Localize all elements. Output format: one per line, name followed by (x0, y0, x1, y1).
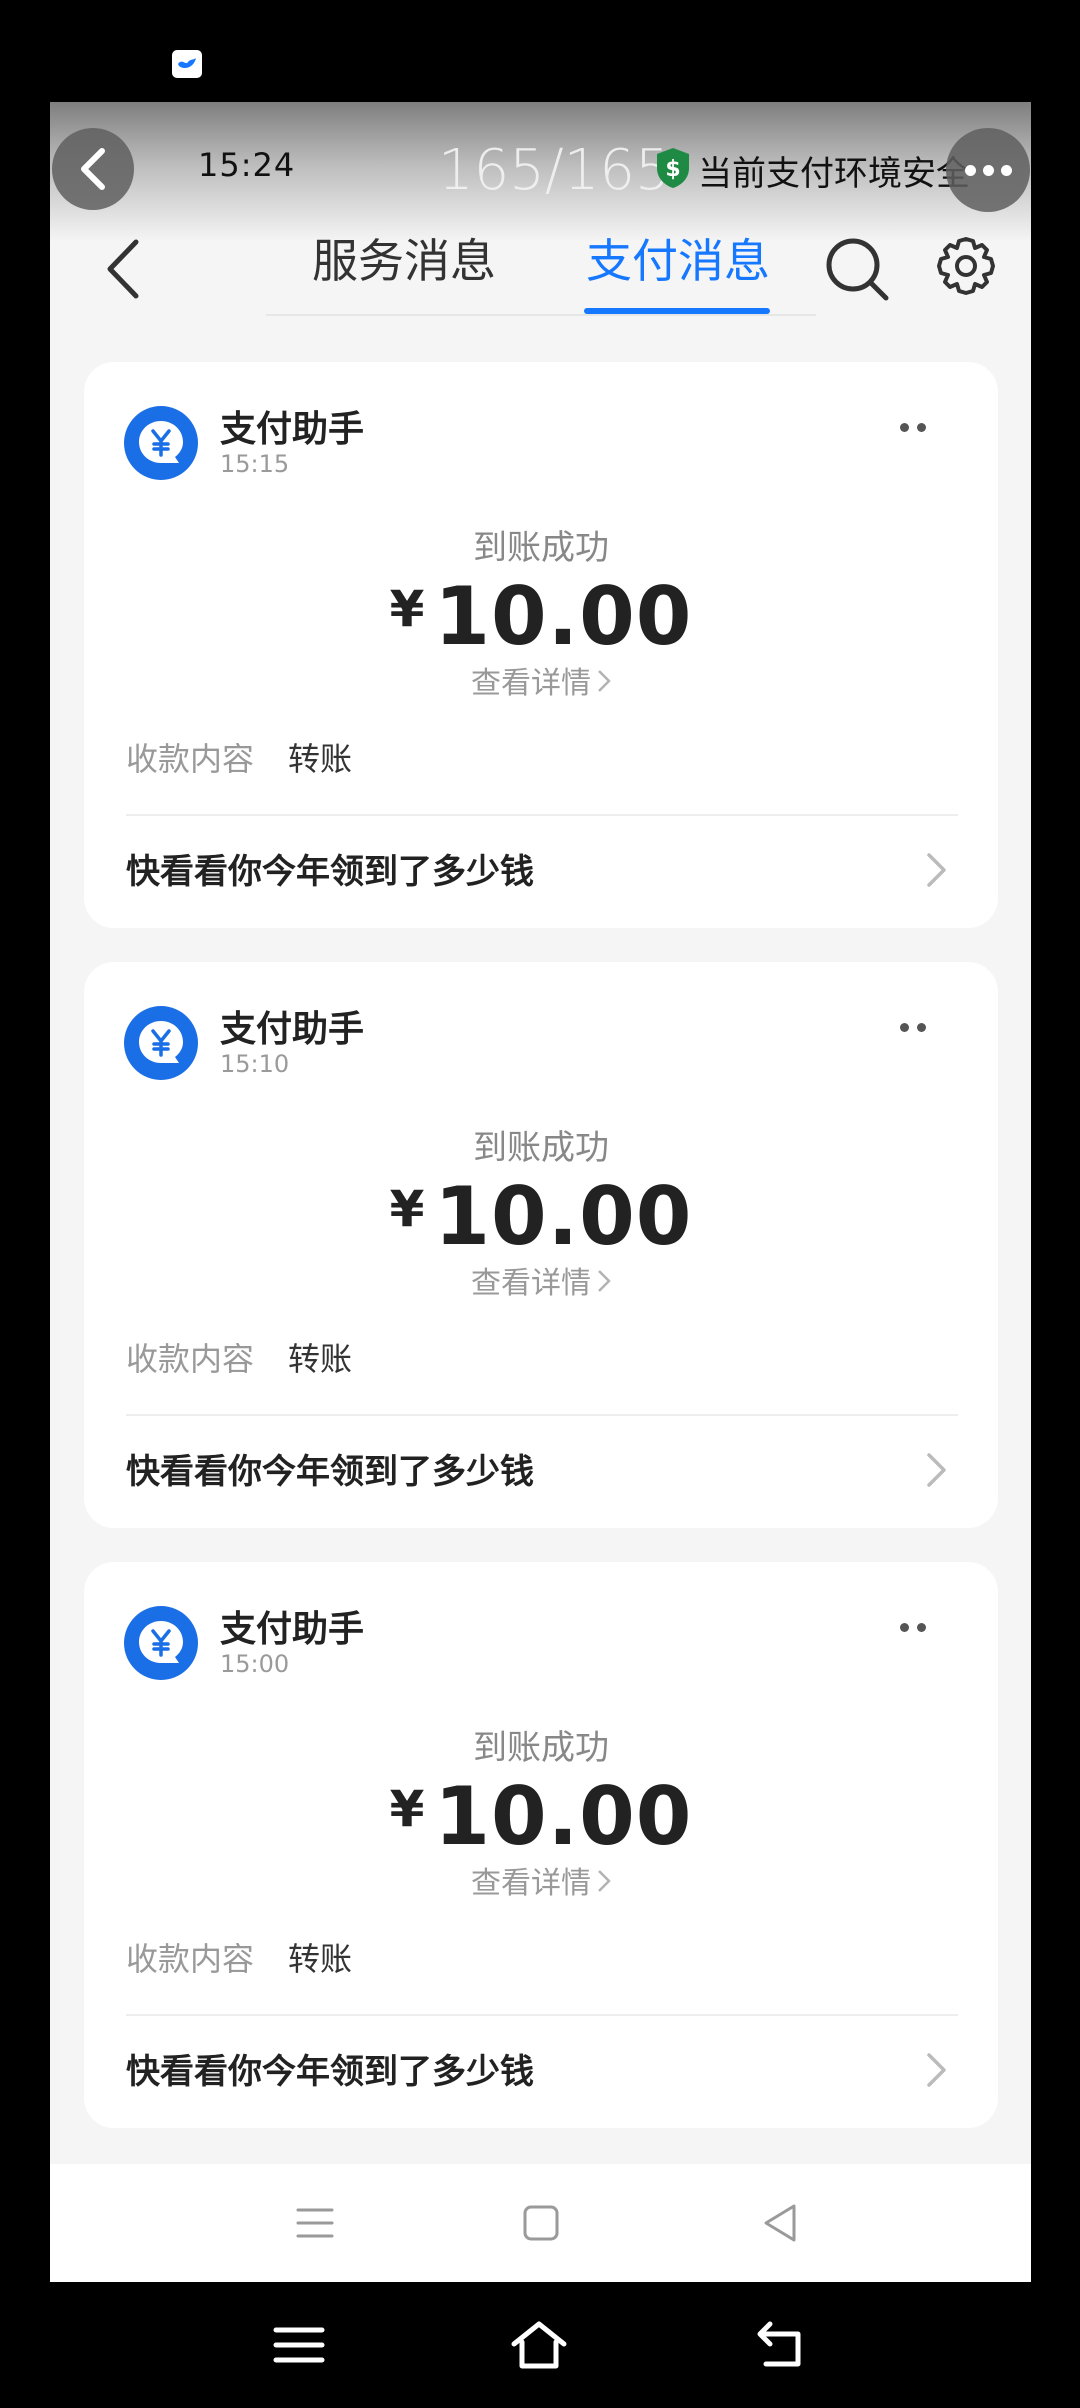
view-details-label: 查看详情 (471, 1266, 591, 1301)
currency-symbol: ¥ (389, 1780, 425, 1838)
overlay-back-button[interactable] (52, 128, 134, 210)
message-time: 15:00 (220, 1650, 290, 1678)
tab-service-messages[interactable]: 服务消息 (312, 226, 496, 296)
app-navigation-bar (50, 2164, 1031, 2282)
annual-summary-link[interactable]: 快看看你今年领到了多少钱 (126, 1444, 534, 1493)
dot (964, 164, 976, 176)
search-icon[interactable] (824, 236, 890, 302)
payment-assistant-avatar (124, 406, 198, 480)
more-dots-icon[interactable] (900, 1620, 940, 1634)
bird-notification-icon (172, 50, 202, 78)
payment-assistant-avatar (124, 1606, 198, 1680)
square-home-icon[interactable] (516, 2198, 566, 2248)
shield-dollar-icon: $ (657, 148, 689, 188)
yuan-chat-icon (139, 1621, 183, 1663)
menu-lines-icon[interactable] (290, 2198, 340, 2248)
dot (1000, 164, 1012, 176)
payment-amount: ¥10.00 (84, 1170, 998, 1263)
payment-assistant-avatar (124, 1006, 198, 1080)
payment-status: 到账成功 (473, 1728, 609, 1768)
payment-message-card[interactable]: 支付助手 15:10 到账成功 ¥10.00 查看详情 收款内容 转账 快看看你… (84, 962, 998, 1528)
view-details-link[interactable]: 查看详情 (84, 658, 998, 702)
gear-icon[interactable] (936, 236, 996, 296)
phone-navigation-bar (0, 2282, 1080, 2408)
payment-message-card[interactable]: 支付助手 15:15 到账成功 ¥10.00 查看详情 收款内容 转账 快看看你… (84, 362, 998, 928)
phone-status-bar (0, 0, 1080, 102)
chevron-right-icon (597, 1866, 611, 1901)
payment-status: 到账成功 (473, 1128, 609, 1168)
svg-text:$: $ (665, 157, 680, 182)
payment-status: 到账成功 (473, 528, 609, 568)
amount-value: 10.00 (434, 1170, 693, 1263)
content-label: 收款内容 (126, 1340, 255, 1378)
house-icon[interactable] (510, 2316, 568, 2374)
card-divider (126, 1414, 958, 1416)
more-dots-icon[interactable] (900, 420, 940, 434)
annual-summary-link[interactable]: 快看看你今年领到了多少钱 (126, 2044, 534, 2093)
message-time: 15:15 (220, 450, 290, 478)
sender-name: 支付助手 (220, 409, 365, 450)
chevron-right-icon (927, 853, 946, 887)
chevron-right-icon (927, 2053, 946, 2087)
view-details-link[interactable]: 查看详情 (84, 1258, 998, 1302)
content-value: 转账 (288, 1340, 353, 1378)
content-label: 收款内容 (126, 740, 255, 778)
chevron-right-icon (927, 1453, 946, 1487)
payment-message-card[interactable]: 支付助手 15:00 到账成功 ¥10.00 查看详情 收款内容 转账 快看看你… (84, 1562, 998, 2128)
triangle-back-icon[interactable] (756, 2198, 806, 2248)
tab-payment-messages[interactable]: 支付消息 (586, 226, 770, 296)
content-value: 转账 (288, 740, 353, 778)
active-tab-indicator (584, 308, 770, 314)
chevron-left-icon (81, 148, 105, 190)
view-details-label: 查看详情 (471, 666, 591, 701)
overlay-more-button[interactable] (946, 128, 1030, 212)
amount-value: 10.00 (434, 1770, 693, 1863)
tab-divider (266, 314, 816, 316)
overlay-count: 165/165 (438, 138, 671, 203)
payment-amount: ¥10.00 (84, 570, 998, 663)
content-value: 转账 (288, 1940, 353, 1978)
return-arrow-icon[interactable] (752, 2316, 810, 2374)
dot (982, 164, 994, 176)
card-divider (126, 814, 958, 816)
chevron-right-icon (597, 1266, 611, 1301)
currency-symbol: ¥ (389, 580, 425, 638)
chevron-right-icon (597, 666, 611, 701)
sender-name: 支付助手 (220, 1009, 365, 1050)
sender-name: 支付助手 (220, 1609, 365, 1650)
more-dots-icon[interactable] (900, 1020, 940, 1034)
chevron-left-icon (107, 239, 139, 299)
payment-amount: ¥10.00 (84, 1770, 998, 1863)
app-screen: 15:24 165/165 $ 当前支付环境安全 服务消息 支付消息 支付助手 … (50, 102, 1031, 2282)
message-nav-header: 服务消息 支付消息 (50, 220, 1031, 322)
yuan-chat-icon (139, 421, 183, 463)
amount-value: 10.00 (434, 570, 693, 663)
overlay-time: 15:24 (198, 146, 296, 184)
view-details-link[interactable]: 查看详情 (84, 1858, 998, 1902)
annual-summary-link[interactable]: 快看看你今年领到了多少钱 (126, 844, 534, 893)
currency-symbol: ¥ (389, 1180, 425, 1238)
card-divider (126, 2014, 958, 2016)
menu-lines-icon[interactable] (270, 2316, 328, 2374)
yuan-chat-icon (139, 1021, 183, 1063)
payment-safe-text: 当前支付环境安全 (698, 154, 970, 194)
content-label: 收款内容 (126, 1940, 255, 1978)
message-time: 15:10 (220, 1050, 290, 1078)
view-details-label: 查看详情 (471, 1866, 591, 1901)
back-button[interactable] (92, 234, 152, 304)
